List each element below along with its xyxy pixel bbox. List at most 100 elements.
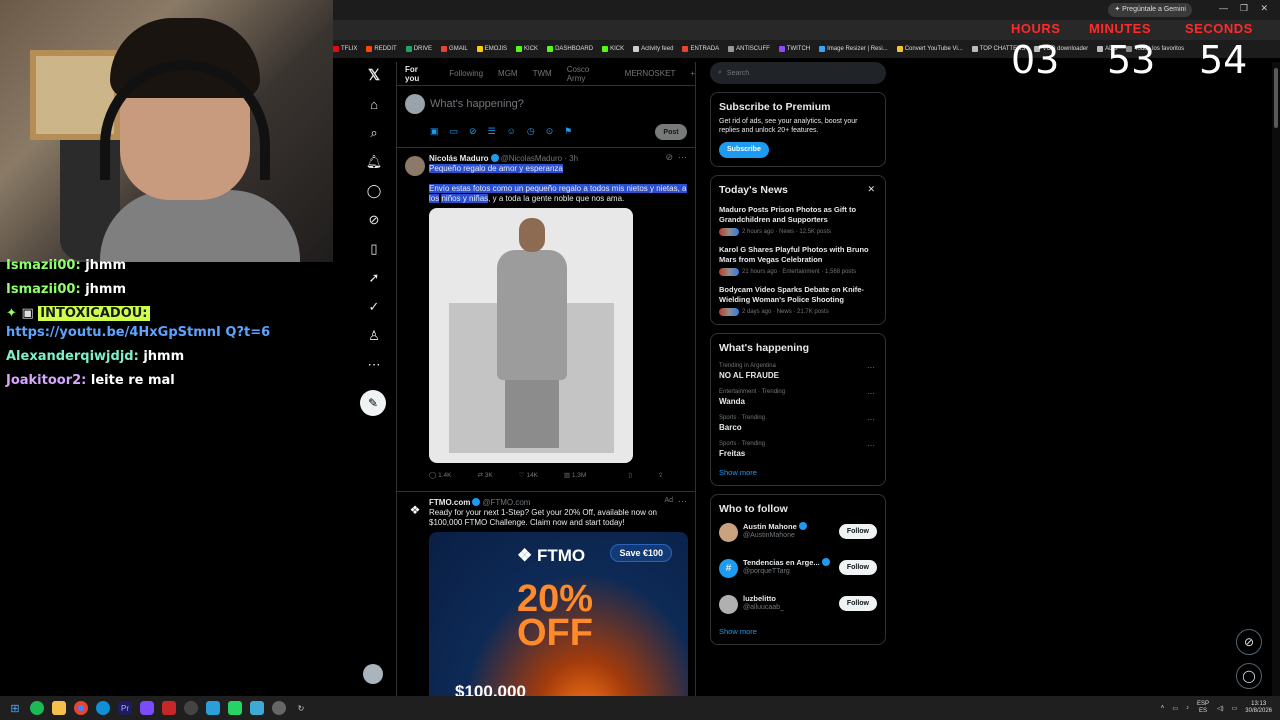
tab-twm[interactable]: TWM [533, 69, 552, 78]
tab-cosco-army[interactable]: Cosco Army [567, 65, 610, 83]
tab-mernosket[interactable]: MERNOSKET [625, 69, 676, 78]
user-avatar[interactable] [719, 523, 738, 542]
schedule-icon[interactable]: ◷ [527, 126, 535, 137]
bookmark-item[interactable]: Image Resizer | Resi... [819, 46, 888, 52]
volume-icon[interactable]: ◁) [1217, 705, 1224, 712]
more-options-icon[interactable]: ⋯ [867, 389, 875, 398]
trend-item[interactable]: Sports · Trending Barco ⋯ [719, 415, 877, 432]
gif-icon[interactable]: ▭ [450, 126, 459, 137]
close-icon[interactable]: ✕ [1260, 3, 1268, 14]
verified-icon[interactable]: ✓ [361, 296, 387, 318]
obs-icon[interactable] [184, 701, 198, 715]
composer-input[interactable]: What's happening? [430, 98, 524, 110]
notifications-icon[interactable]: 🔔︎ [361, 151, 387, 173]
premiere-icon[interactable]: Pr [118, 701, 132, 715]
follow-button[interactable]: Follow [838, 524, 877, 539]
post-button[interactable]: Post [655, 124, 687, 140]
trend-item[interactable]: Trending in Argentina NO AL FRAUDE ⋯ [719, 363, 877, 380]
battery-icon[interactable]: ▭ [1232, 705, 1238, 712]
like-button[interactable]: ♡ 14K [519, 471, 538, 479]
messages-icon[interactable]: ◯ [361, 180, 387, 202]
views-button[interactable]: ▥ 1.3M [564, 471, 586, 479]
reply-button[interactable]: ◯ 1.4K [429, 471, 451, 479]
media-icon[interactable]: ▣ [430, 126, 439, 137]
edge-icon[interactable] [96, 701, 110, 715]
jobs-icon[interactable]: ➚ [361, 267, 387, 289]
ftmo-avatar-icon[interactable]: ❖ [405, 500, 425, 520]
spotify-icon[interactable] [30, 701, 44, 715]
tab-following[interactable]: Following [449, 69, 483, 78]
more-options-icon[interactable]: ⋯ [678, 152, 687, 163]
trend-item[interactable]: Entertainment · Trending Wanda ⋯ [719, 389, 877, 406]
bookmark-item[interactable]: Activity feed [633, 46, 673, 52]
bookmark-item[interactable]: KICK [602, 46, 624, 52]
tweet-handle[interactable]: @NicolasMaduro · 3h [501, 154, 578, 163]
minimize-icon[interactable]: — [1219, 3, 1228, 13]
bookmark-item[interactable]: EMOJIS [476, 46, 507, 52]
follow-button[interactable]: Follow [838, 596, 877, 611]
promoted-tweet[interactable]: ❖ FTMO.com @FTMO.com Ad ⋯ Ready for your … [397, 492, 695, 696]
clock[interactable]: 13:13 30/8/2026 [1245, 701, 1272, 715]
bookmark-item[interactable]: ENTRADA [682, 46, 719, 52]
hashtag-avatar-icon[interactable]: # [719, 559, 738, 578]
search-input[interactable]: ⌕ Search [710, 62, 886, 84]
share-icon[interactable]: ⇪ [658, 471, 663, 479]
file-explorer-icon[interactable] [52, 701, 66, 715]
maximize-icon[interactable]: ❐ [1240, 3, 1248, 14]
flag-icon[interactable]: ⚑ [564, 126, 572, 137]
app-icon[interactable] [272, 701, 286, 715]
grok-icon[interactable]: ⊘ [361, 209, 387, 231]
bookmark-item[interactable]: REDDIT [366, 46, 397, 52]
more-options-icon[interactable]: ⋯ [867, 363, 875, 372]
notepad-icon[interactable] [250, 701, 264, 715]
tweet-author[interactable]: FTMO.com [429, 498, 470, 507]
follow-button[interactable]: Follow [838, 560, 877, 575]
messages-floating-icon[interactable]: ◯ [1236, 663, 1262, 689]
follow-suggestion[interactable]: Austin Mahone @AustinMahone Follow [719, 519, 877, 551]
tweet-photo[interactable] [429, 208, 633, 463]
bookmark-item[interactable]: ANTISCUFF [728, 46, 770, 52]
news-item[interactable]: Bodycam Video Sparks Debate on Knife-Wie… [719, 285, 877, 316]
tab-mgm[interactable]: MGM [498, 69, 518, 78]
close-icon[interactable]: ✕ [867, 184, 875, 195]
add-tab-icon[interactable]: + [690, 69, 695, 78]
more-options-icon[interactable]: ⋯ [678, 496, 687, 507]
tweet-avatar[interactable] [405, 156, 425, 176]
emoji-icon[interactable]: ☺ [507, 126, 516, 137]
user-avatar[interactable] [719, 595, 738, 614]
bookmark-icon[interactable]: ▯ [628, 471, 632, 479]
bookmark-item[interactable]: TWITCH [778, 46, 810, 52]
microphone-icon[interactable]: ♪ [1186, 705, 1189, 711]
bookmark-item[interactable]: DASHBOARD [547, 46, 593, 52]
whatsapp-icon[interactable] [228, 701, 242, 715]
bookmark-item[interactable]: GMAIL [441, 46, 468, 52]
bookmark-item[interactable]: KICK [516, 46, 538, 52]
app-icon[interactable] [162, 701, 176, 715]
more-options-icon[interactable]: ⋯ [867, 415, 875, 424]
windows-start-icon[interactable]: ⊞ [8, 701, 22, 715]
follow-suggestion[interactable]: # Tendencias en Arge... @porqueTTarg Fol… [719, 555, 877, 587]
repost-button[interactable]: ⇄ 3K [477, 471, 492, 479]
trend-item[interactable]: Sports · Trending Freitas ⋯ [719, 441, 877, 458]
gemini-button[interactable]: ✦ Pregúntale a Gemini [1108, 3, 1192, 17]
scrollbar-thumb[interactable] [1274, 68, 1278, 128]
ad-image[interactable]: ❖ FTMO Save €100 20% OFF $100,000 [429, 532, 688, 696]
bookmark-item[interactable]: TFLIX [333, 46, 357, 52]
app-icon[interactable]: ↻ [294, 701, 308, 715]
grok-icon[interactable]: ⊘ [665, 152, 673, 163]
news-item[interactable]: Karol G Shares Playful Photos with Bruno… [719, 245, 877, 276]
bookmark-item[interactable]: Convert YouTube Vi... [896, 46, 963, 52]
language-indicator[interactable]: ESP ES [1197, 701, 1209, 715]
x-logo-icon[interactable]: 𝕏 [361, 64, 387, 86]
page-scrollbar[interactable] [1272, 62, 1280, 696]
chrome-icon[interactable] [74, 701, 88, 715]
more-icon[interactable]: ⋯ [361, 354, 387, 376]
chevron-up-icon[interactable]: ˄ [1161, 705, 1165, 711]
location-icon[interactable]: ⊙ [546, 126, 554, 137]
grok-floating-icon[interactable]: ⊘ [1236, 629, 1262, 655]
tab-for-you[interactable]: For you [405, 65, 434, 83]
search-icon[interactable]: ⌕ [361, 122, 387, 144]
account-avatar[interactable] [363, 664, 383, 684]
tweet-author[interactable]: Nicolás Maduro [429, 154, 489, 163]
app-icon[interactable] [140, 701, 154, 715]
